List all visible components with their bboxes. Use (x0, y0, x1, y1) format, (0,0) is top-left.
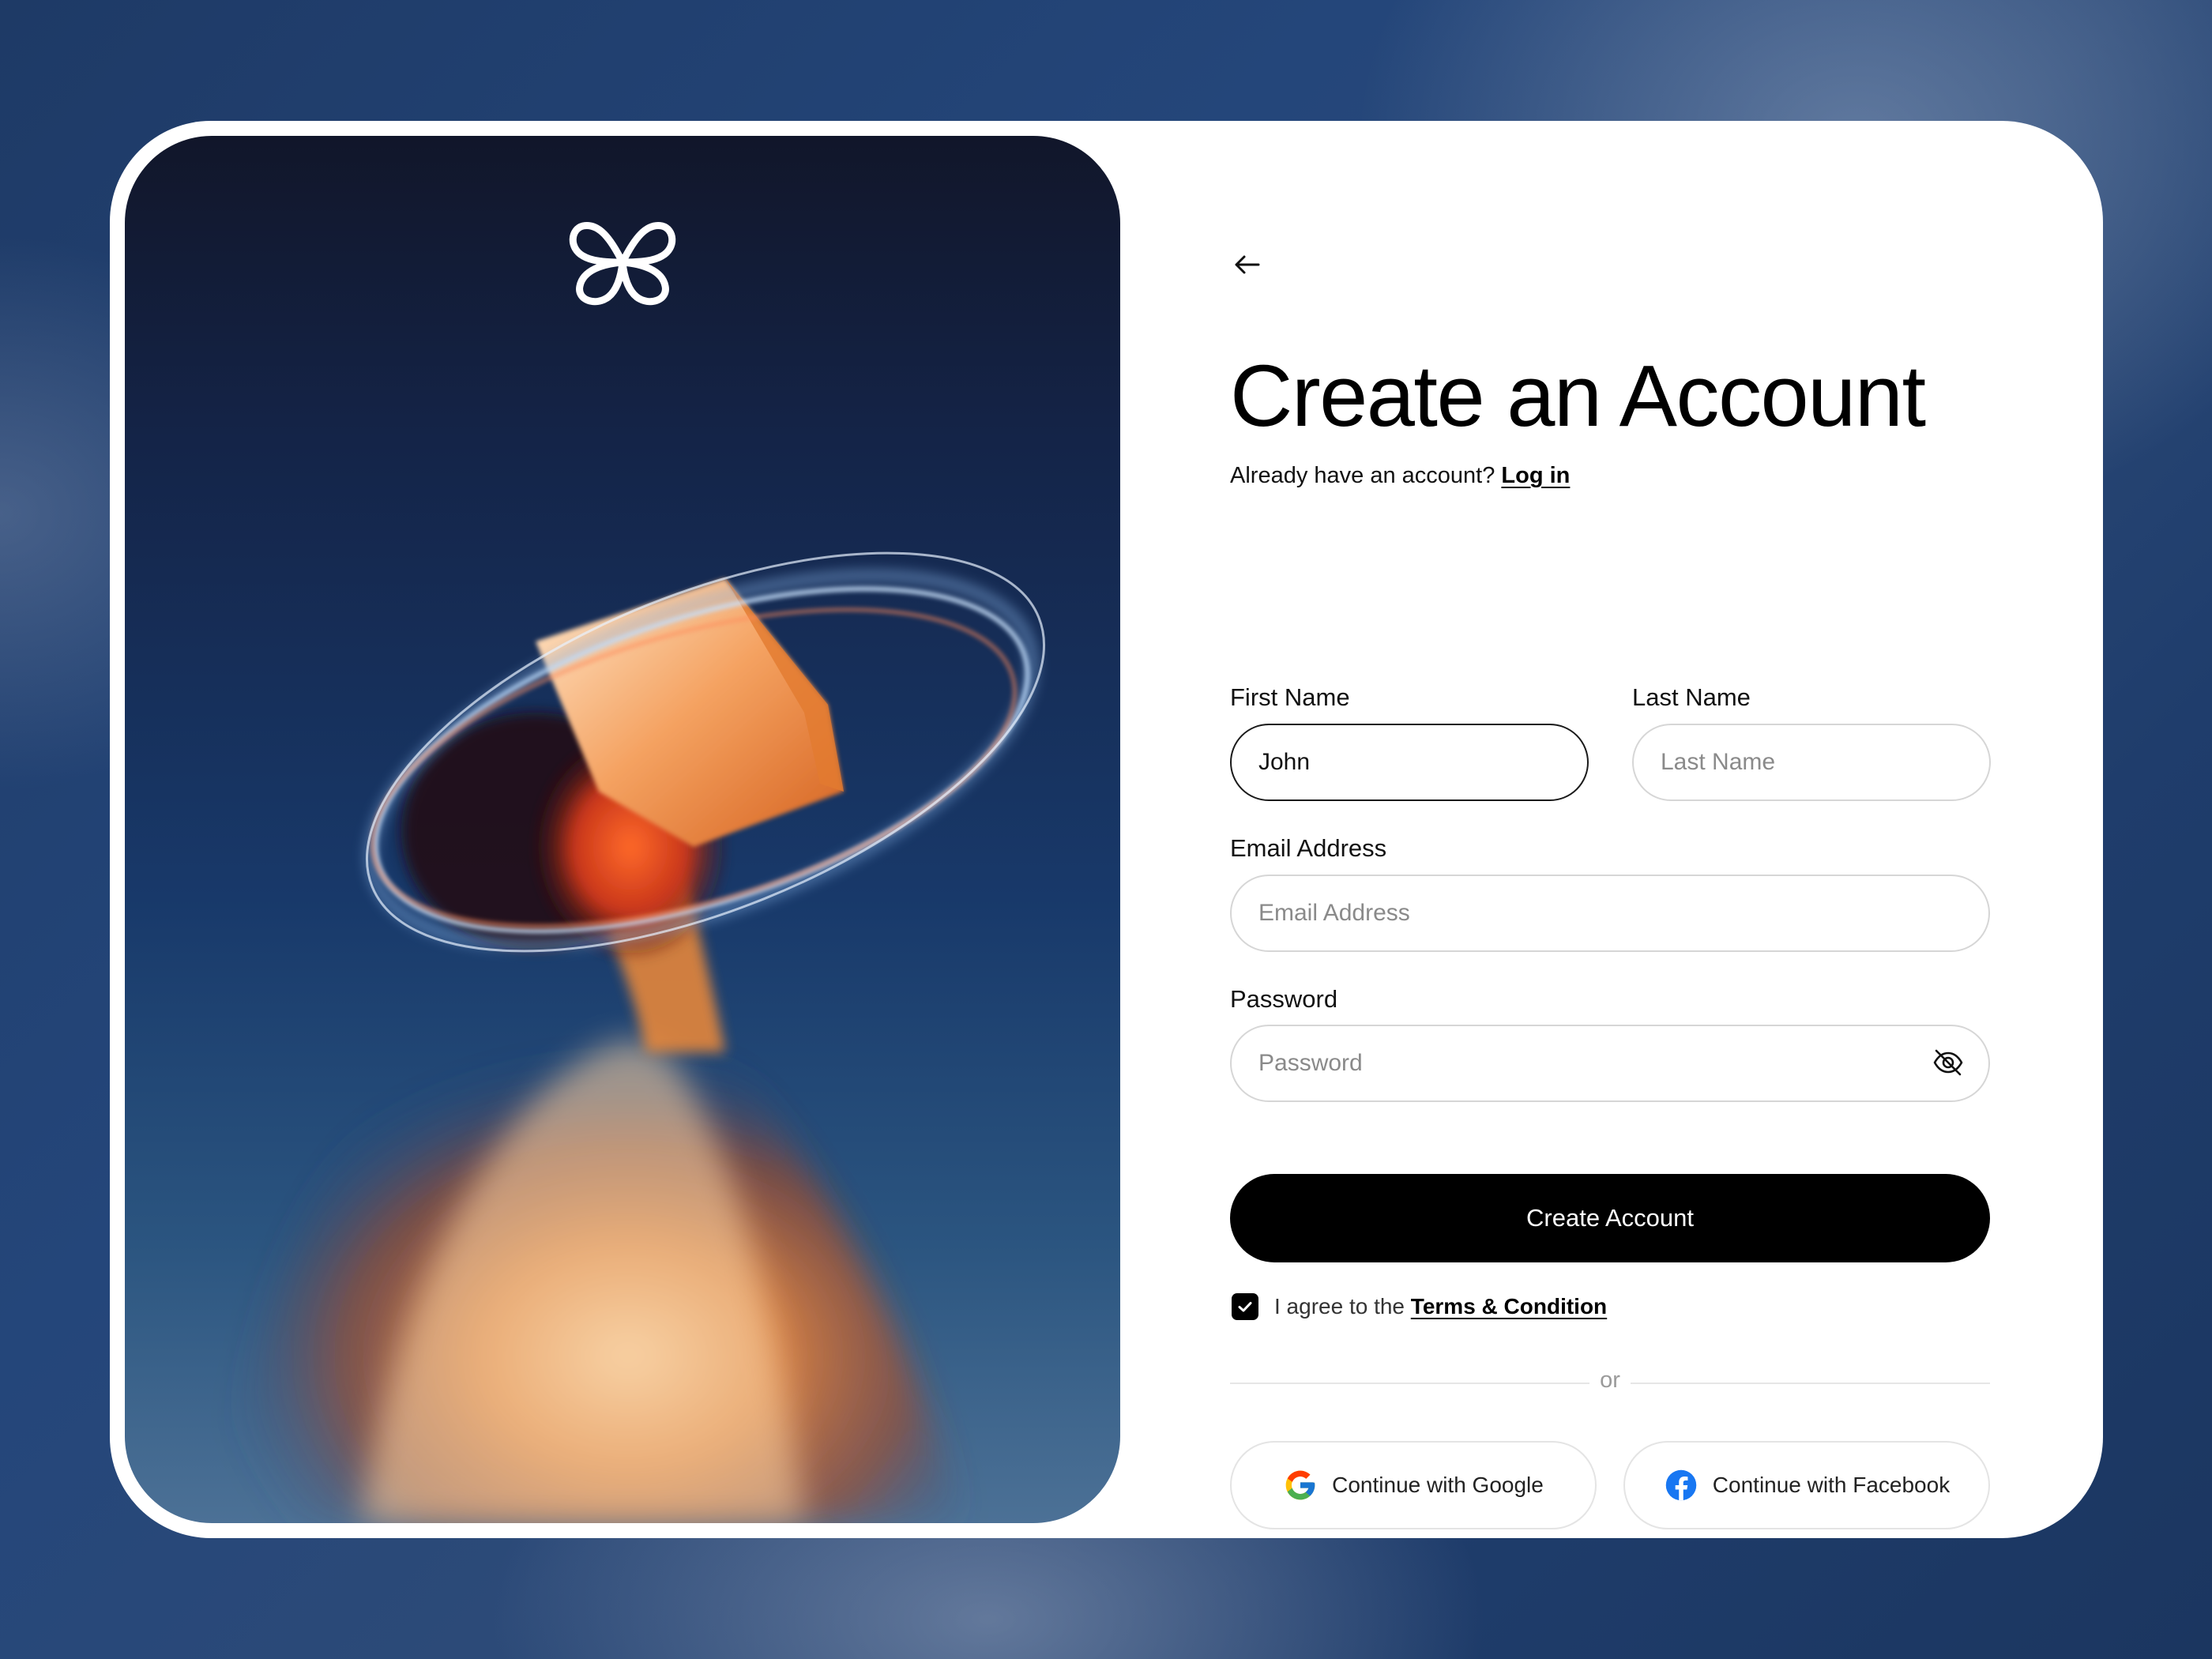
vr-person-illustration (220, 551, 1045, 1523)
facebook-button-label: Continue with Facebook (1712, 1473, 1951, 1497)
login-link[interactable]: Log in (1501, 463, 1570, 488)
divider-or-text: or (1600, 1367, 1620, 1393)
facebook-icon (1665, 1469, 1697, 1501)
google-signin-button[interactable]: Continue with Google (1230, 1441, 1597, 1529)
signup-form: Create an Account Already have an accoun… (1230, 121, 2020, 1538)
facebook-signin-button[interactable]: Continue with Facebook (1623, 1441, 1990, 1529)
email-input[interactable] (1230, 875, 1990, 952)
password-label: Password (1230, 985, 1338, 1013)
check-icon (1238, 1302, 1252, 1312)
last-name-label: Last Name (1632, 683, 1751, 711)
create-account-button[interactable]: Create Account (1230, 1174, 1990, 1262)
terms-checkbox[interactable] (1232, 1293, 1258, 1320)
password-input[interactable] (1230, 1025, 1990, 1102)
last-name-input[interactable] (1632, 724, 1991, 801)
butterfly-logo-icon (569, 222, 676, 306)
first-name-input[interactable] (1230, 724, 1589, 801)
terms-agreement: I agree to the Terms & Condition (1274, 1293, 1607, 1320)
login-prompt: Already have an account? Log in (1230, 463, 1570, 489)
signup-card: Create an Account Already have an accoun… (110, 121, 2103, 1538)
divider-right (1631, 1382, 1990, 1384)
page-title: Create an Account (1230, 348, 1926, 445)
hero-image-panel (125, 136, 1120, 1523)
login-prompt-text: Already have an account? (1230, 463, 1502, 488)
google-button-label: Continue with Google (1332, 1473, 1544, 1497)
terms-link[interactable]: Terms & Condition (1411, 1294, 1607, 1319)
google-icon (1285, 1470, 1315, 1500)
eye-off-icon[interactable] (1932, 1046, 1965, 1079)
first-name-label: First Name (1230, 683, 1350, 711)
email-label: Email Address (1230, 834, 1387, 862)
arrow-left-icon[interactable] (1230, 247, 1265, 282)
terms-agreement-text: I agree to the (1274, 1294, 1411, 1319)
